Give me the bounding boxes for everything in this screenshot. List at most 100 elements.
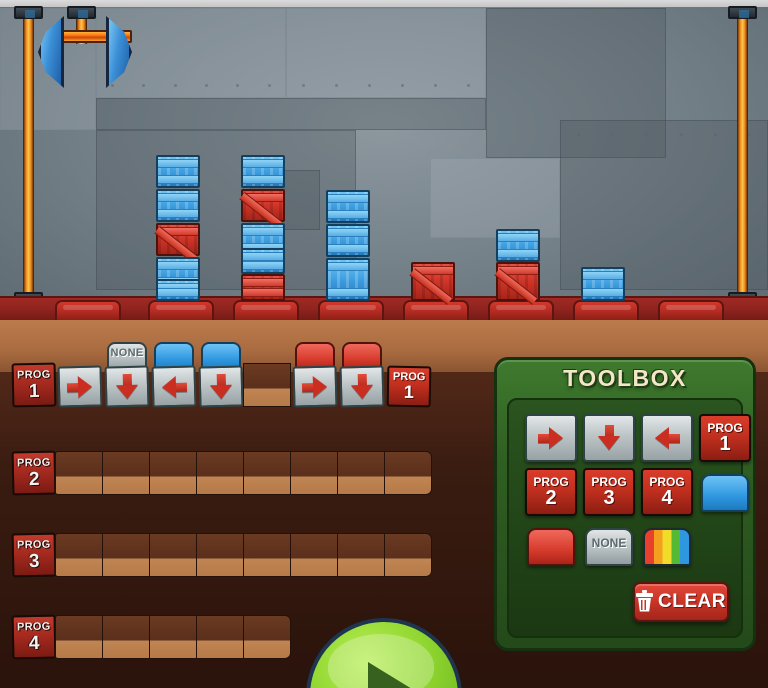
rail-left bbox=[23, 14, 34, 300]
program-slot-empty[interactable] bbox=[196, 451, 244, 495]
rail-right bbox=[737, 14, 748, 300]
program-slot-empty[interactable] bbox=[149, 533, 197, 577]
program-label-4: PROG 4 bbox=[11, 614, 57, 660]
game-screen: PROG 1 NONE PROG 1 PROG 2 PROG 3 PROG 4 … bbox=[0, 0, 768, 688]
bg-panel bbox=[286, 8, 486, 98]
program-slot-empty[interactable] bbox=[243, 451, 291, 495]
command-tile-move-down[interactable] bbox=[339, 365, 385, 408]
program-row-4: PROG 4 bbox=[11, 614, 291, 660]
program-slot-empty[interactable] bbox=[196, 615, 244, 659]
tool-call-prog-3[interactable]: PROG 3 bbox=[583, 468, 635, 516]
crate-blue bbox=[326, 224, 370, 257]
crate-blue bbox=[156, 189, 200, 222]
program-slot-empty[interactable] bbox=[337, 533, 385, 577]
program-slot[interactable] bbox=[337, 342, 385, 408]
program-row-1: PROG 1 NONE PROG 1 bbox=[11, 342, 432, 408]
arrow-left-icon bbox=[161, 375, 188, 398]
arrow-down-icon bbox=[209, 373, 233, 400]
toolbox-title: TOOLBOX bbox=[563, 365, 687, 391]
program-slot-empty[interactable] bbox=[102, 451, 150, 495]
program-label-num: 2 bbox=[28, 468, 40, 490]
program-slot-empty[interactable] bbox=[243, 533, 291, 577]
program-label-num: 3 bbox=[28, 550, 40, 572]
command-tile-move-right[interactable] bbox=[57, 365, 103, 408]
swatch-none-icon: NONE bbox=[585, 528, 633, 566]
program-slot[interactable] bbox=[196, 342, 244, 408]
bg-panel bbox=[430, 158, 560, 238]
program-slot[interactable]: NONE bbox=[102, 342, 150, 408]
tool-call-prog-2[interactable]: PROG 2 bbox=[525, 468, 577, 516]
program-row-3: PROG 3 bbox=[11, 532, 432, 578]
tool-move-down[interactable] bbox=[583, 414, 635, 462]
program-slot[interactable] bbox=[290, 342, 338, 408]
program-slot[interactable] bbox=[149, 342, 197, 408]
command-tile-move-down[interactable] bbox=[104, 365, 150, 408]
clear-button[interactable]: CLEAR bbox=[633, 582, 729, 622]
tool-condition-any[interactable] bbox=[641, 522, 693, 570]
program-label-3: PROG 3 bbox=[11, 532, 57, 578]
program-slot-empty[interactable] bbox=[243, 615, 291, 659]
pedestal bbox=[488, 300, 554, 320]
program-slot-empty[interactable] bbox=[290, 533, 338, 577]
program-slots-1: NONE PROG 1 bbox=[55, 342, 432, 408]
arrow-right-icon bbox=[301, 375, 329, 398]
arrow-left-icon bbox=[654, 427, 680, 449]
pedestal bbox=[233, 300, 299, 320]
swatch-red-icon bbox=[527, 528, 575, 566]
program-label-1: PROG 1 bbox=[11, 362, 57, 408]
program-slots-2 bbox=[55, 451, 432, 495]
program-label-word: PROG bbox=[16, 620, 51, 633]
crate-blue bbox=[326, 190, 370, 223]
program-slot-empty[interactable] bbox=[243, 363, 291, 407]
crate-red bbox=[156, 223, 200, 256]
program-slot-empty[interactable] bbox=[55, 615, 103, 659]
toolbox-panel: TOOLBOX PROG 1 PROG 2 PROG 3 PROG 4 NONE… bbox=[494, 357, 756, 651]
program-slot-empty[interactable] bbox=[149, 615, 197, 659]
tool-call-prog-1[interactable]: PROG 1 bbox=[699, 414, 751, 462]
rail-cap bbox=[728, 6, 757, 19]
program-slots-3 bbox=[55, 533, 432, 577]
program-slot-empty[interactable] bbox=[196, 533, 244, 577]
program-slot[interactable] bbox=[55, 363, 103, 408]
command-tile-call-prog-1[interactable]: PROG 1 bbox=[386, 365, 432, 408]
program-slot-empty[interactable] bbox=[337, 451, 385, 495]
program-label-word: PROG bbox=[16, 368, 51, 381]
crate-blue bbox=[496, 229, 540, 262]
swatch-rainbow-icon bbox=[643, 528, 691, 566]
tool-move-left[interactable] bbox=[641, 414, 693, 462]
crate-blue bbox=[581, 267, 625, 301]
tool-call-prog-4[interactable]: PROG 4 bbox=[641, 468, 693, 516]
crate-red bbox=[241, 189, 285, 222]
condition-none-label: NONE bbox=[110, 347, 144, 359]
arrow-down-icon bbox=[115, 373, 139, 400]
program-slot-empty[interactable] bbox=[55, 451, 103, 495]
program-slot-empty[interactable] bbox=[55, 533, 103, 577]
program-slot-empty[interactable] bbox=[290, 451, 338, 495]
toolbox-inner: PROG 1 PROG 2 PROG 3 PROG 4 NONE CLEAR bbox=[507, 398, 751, 638]
program-slot-empty[interactable] bbox=[384, 533, 432, 577]
program-label-2: PROG 2 bbox=[11, 450, 57, 496]
command-tile-move-right[interactable] bbox=[292, 365, 338, 408]
program-slot[interactable]: PROG 1 bbox=[384, 363, 432, 408]
crate-blue bbox=[326, 258, 370, 301]
command-tile-move-down[interactable] bbox=[198, 365, 244, 408]
tool-condition-none[interactable]: NONE bbox=[583, 522, 635, 570]
arrow-right-icon bbox=[538, 427, 564, 449]
tool-condition-blue[interactable] bbox=[699, 468, 751, 516]
program-slot-empty[interactable] bbox=[384, 451, 432, 495]
tool-move-right[interactable] bbox=[525, 414, 577, 462]
program-slot-empty[interactable] bbox=[102, 533, 150, 577]
crate-blue bbox=[156, 155, 200, 188]
command-tile-move-left[interactable] bbox=[151, 365, 197, 408]
top-strip bbox=[0, 0, 768, 7]
toolbox-tool-grid: PROG 1 PROG 2 PROG 3 PROG 4 NONE bbox=[525, 414, 753, 570]
program-slot-empty[interactable] bbox=[149, 451, 197, 495]
crate-red bbox=[496, 262, 540, 301]
tool-condition-red[interactable] bbox=[525, 522, 577, 570]
tool-prog-num: 2 bbox=[545, 487, 557, 509]
arrow-down-icon bbox=[598, 425, 620, 451]
program-slot-empty[interactable] bbox=[102, 615, 150, 659]
crate-red bbox=[411, 262, 455, 301]
tool-prog-num: 4 bbox=[661, 487, 673, 509]
pedestal bbox=[55, 300, 121, 320]
